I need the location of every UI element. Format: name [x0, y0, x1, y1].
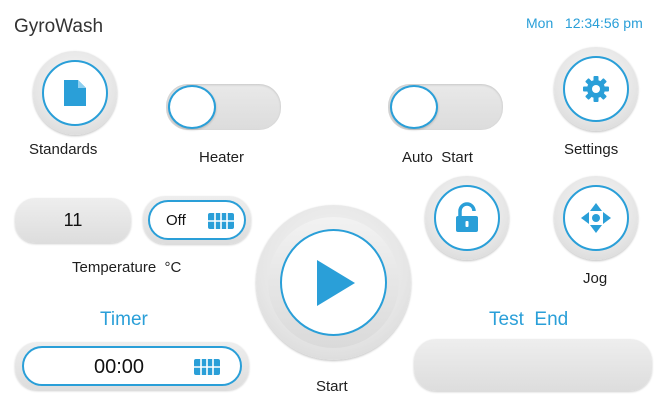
standards-button-face	[42, 60, 108, 126]
move-arrows-icon	[581, 203, 611, 233]
temperature-value: 11	[63, 210, 83, 230]
timer-value: 00:00	[94, 356, 145, 378]
test-end-heading: Test End	[489, 309, 569, 330]
lock-button[interactable]	[425, 176, 509, 260]
clock: Mon 12:34:56 pm	[526, 15, 658, 31]
standards-label: Standards	[29, 141, 98, 158]
gear-icon	[583, 76, 609, 102]
test-end-field	[414, 339, 652, 391]
start-button[interactable]	[256, 205, 411, 360]
start-button-face	[280, 229, 387, 336]
settings-button-face	[563, 56, 629, 122]
jog-button-face	[563, 185, 629, 251]
auto-start-toggle[interactable]	[388, 84, 503, 130]
jog-label: Jog	[583, 270, 608, 287]
temperature-field[interactable]: 11	[15, 198, 131, 243]
standards-button[interactable]	[33, 51, 117, 135]
settings-button[interactable]	[554, 47, 638, 131]
timer-field-inner: 00:00	[22, 346, 242, 386]
timer-heading: Timer	[100, 309, 148, 330]
auto-start-label: Auto Start	[402, 149, 473, 166]
heater-label: Heater	[199, 149, 245, 166]
settings-label: Settings	[564, 141, 619, 158]
heater-toggle[interactable]	[166, 84, 281, 130]
keypad-icon	[194, 359, 220, 375]
lock-button-face	[434, 185, 500, 251]
clock-time: 12:34:56 pm	[564, 15, 643, 31]
app-title: GyroWash	[14, 16, 104, 37]
heater-state-field[interactable]: Off	[143, 196, 251, 244]
heater-toggle-knob	[168, 85, 216, 129]
play-icon	[316, 259, 355, 306]
unlock-icon	[456, 202, 478, 232]
start-label: Start	[316, 378, 348, 395]
heater-state-inner: Off	[148, 200, 246, 240]
document-icon	[64, 80, 86, 106]
auto-start-toggle-knob	[390, 85, 438, 129]
keypad-icon	[208, 213, 234, 229]
clock-day: Mon	[526, 15, 554, 31]
jog-button[interactable]	[554, 176, 638, 260]
timer-field[interactable]: 00:00	[15, 342, 249, 390]
temperature-unit-label: Temperature °C	[72, 259, 182, 276]
heater-state-label: Off	[166, 212, 186, 229]
